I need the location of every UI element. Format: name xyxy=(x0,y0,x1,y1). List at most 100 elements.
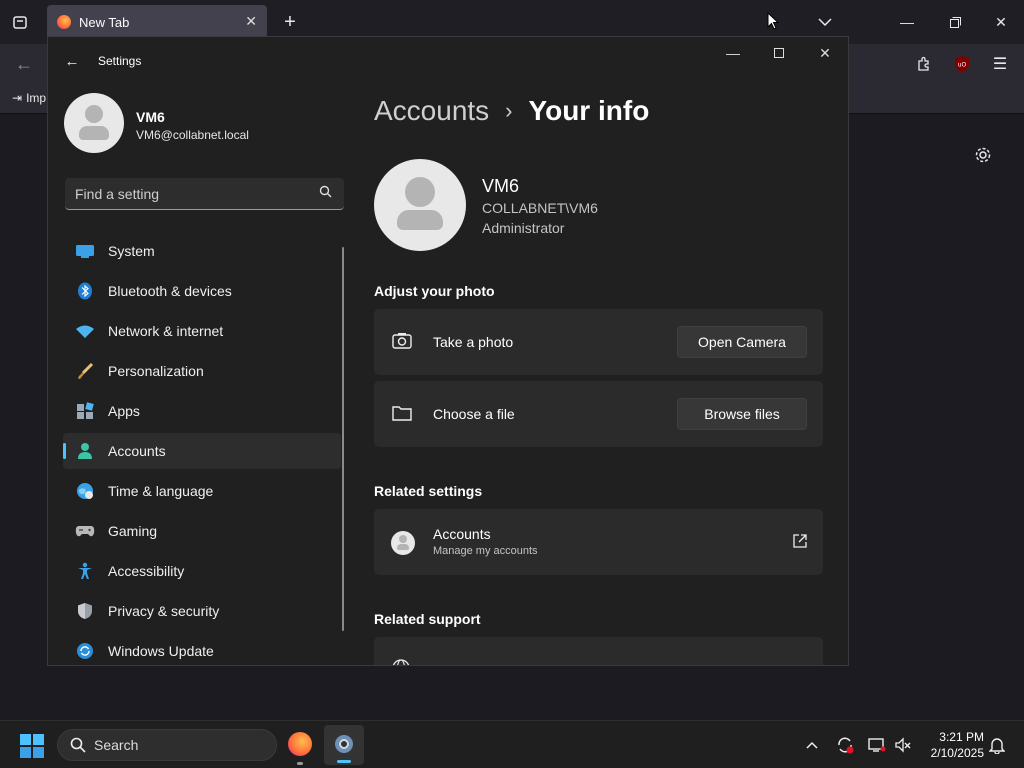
minimize-icon[interactable]: — xyxy=(892,10,922,34)
sidebar-item-personalization[interactable]: Personalization xyxy=(63,353,341,389)
camera-icon xyxy=(392,332,412,355)
mouse-cursor-icon xyxy=(767,11,780,35)
take-photo-label: Take a photo xyxy=(433,334,514,350)
network-tray-icon[interactable] xyxy=(866,734,888,756)
user-name: VM6 xyxy=(136,109,165,125)
clock-time: 3:21 PM xyxy=(939,730,984,744)
tab-title: New Tab xyxy=(79,14,130,30)
external-link-icon xyxy=(793,534,807,553)
adjust-photo-title: Adjust your photo xyxy=(374,283,495,299)
active-indicator xyxy=(63,443,66,459)
accessibility-icon xyxy=(75,561,95,581)
sidebar-item-privacy[interactable]: Privacy & security xyxy=(63,593,341,629)
ublock-origin-icon[interactable]: uO xyxy=(950,52,974,76)
sidebar-item-label: Apps xyxy=(108,403,140,419)
minimize-icon[interactable]: — xyxy=(710,37,756,69)
sidebar-item-label: Windows Update xyxy=(108,643,214,659)
shield-icon xyxy=(75,601,95,621)
sidebar-item-label: Time & language xyxy=(108,483,214,499)
new-tab-button[interactable]: + xyxy=(278,10,302,34)
firefox-taskbar-icon[interactable] xyxy=(288,732,312,765)
volume-muted-icon[interactable] xyxy=(892,734,914,756)
page-title: Your info xyxy=(528,95,650,126)
breadcrumb-separator: › xyxy=(505,98,513,123)
apps-icon xyxy=(75,401,95,421)
profile-name: VM6 xyxy=(482,176,520,196)
globe-clock-icon xyxy=(75,481,95,501)
clock[interactable]: 3:21 PM 2/10/2025 xyxy=(920,729,984,761)
profile-domain-user: COLLABNET\VM6 xyxy=(482,200,598,216)
take-photo-card: Take a photo Open Camera xyxy=(374,309,823,375)
sidebar-item-windows-update[interactable]: Windows Update xyxy=(63,633,341,665)
accounts-link-card[interactable]: Accounts Manage my accounts xyxy=(374,509,823,575)
browse-files-button[interactable]: Browse files xyxy=(677,398,807,430)
sidebar-item-apps[interactable]: Apps xyxy=(63,393,341,429)
sidebar-item-time-language[interactable]: Time & language xyxy=(63,473,341,509)
windows-start-icon[interactable] xyxy=(20,734,44,763)
import-icon: ⇥ xyxy=(12,91,23,105)
maximize-icon[interactable] xyxy=(756,37,802,69)
settings-window: ← Settings — ✕ VM6 VM6@collabnet.local F… xyxy=(47,36,849,666)
brush-icon xyxy=(75,361,95,381)
taskbar: Search 3:21 PM 2/10/2025 xyxy=(0,720,1024,768)
system-icon xyxy=(75,241,95,261)
profile-role: Administrator xyxy=(482,220,565,236)
taskbar-search-box[interactable]: Search xyxy=(57,729,277,761)
back-arrow-icon[interactable]: ← xyxy=(12,52,36,76)
firefox-view-icon[interactable] xyxy=(8,10,32,34)
search-placeholder: Find a setting xyxy=(75,185,160,202)
gear-icon[interactable] xyxy=(970,142,996,168)
breadcrumb-parent[interactable]: Accounts xyxy=(374,95,489,127)
list-tabs-chevron-icon[interactable] xyxy=(812,10,838,34)
related-support-title: Related support xyxy=(374,611,481,627)
sidebar-item-network[interactable]: Network & internet xyxy=(63,313,341,349)
related-support-card[interactable] xyxy=(374,637,823,665)
folder-icon xyxy=(392,405,412,426)
close-icon[interactable]: ✕ xyxy=(986,10,1016,34)
search-icon xyxy=(70,737,86,753)
gamepad-icon xyxy=(75,521,95,541)
sidebar-item-label: Personalization xyxy=(108,363,204,379)
sidebar-item-system[interactable]: System xyxy=(63,233,341,269)
import-bookmarks-item[interactable]: ⇥ Imp xyxy=(12,91,46,105)
profile-avatar xyxy=(374,159,466,251)
update-icon xyxy=(75,641,95,661)
sidebar-item-label: Privacy & security xyxy=(108,603,220,619)
clock-date: 2/10/2025 xyxy=(930,746,984,760)
accounts-link-sublabel: Manage my accounts xyxy=(433,545,538,557)
sidebar-item-label: System xyxy=(108,243,155,259)
open-camera-button[interactable]: Open Camera xyxy=(677,326,807,358)
sidebar-item-label: Accounts xyxy=(108,443,166,459)
close-icon[interactable]: ✕ xyxy=(802,37,848,69)
browser-tab[interactable]: New Tab ✕ xyxy=(47,5,267,39)
menu-icon[interactable]: ☰ xyxy=(988,52,1012,76)
globe-icon xyxy=(392,659,410,665)
extensions-icon[interactable] xyxy=(912,52,936,76)
settings-taskbar-icon[interactable] xyxy=(324,725,364,765)
related-settings-title: Related settings xyxy=(374,483,483,499)
close-tab-icon[interactable]: ✕ xyxy=(245,13,257,30)
choose-file-label: Choose a file xyxy=(433,406,515,422)
sidebar-item-gaming[interactable]: Gaming xyxy=(63,513,341,549)
window-title: Settings xyxy=(98,54,142,68)
nav-scrollbar[interactable] xyxy=(342,247,344,631)
avatar xyxy=(64,93,124,153)
import-bookmarks-label: Imp xyxy=(26,91,47,105)
back-arrow-icon[interactable]: ← xyxy=(60,51,84,71)
search-input[interactable]: Find a setting xyxy=(65,178,344,210)
notification-bell-icon[interactable] xyxy=(986,734,1008,756)
sidebar-item-accounts[interactable]: Accounts xyxy=(63,433,341,469)
accounts-icon xyxy=(75,441,95,461)
sidebar-item-label: Accessibility xyxy=(108,563,185,579)
sidebar-item-label: Gaming xyxy=(108,523,158,539)
restore-icon[interactable] xyxy=(940,10,970,34)
sidebar-item-label: Bluetooth & devices xyxy=(108,283,232,299)
search-icon xyxy=(319,185,332,201)
user-email: VM6@collabnet.local xyxy=(136,128,249,142)
chevron-up-icon[interactable] xyxy=(802,735,822,755)
sidebar-item-accessibility[interactable]: Accessibility xyxy=(63,553,341,589)
sidebar-item-bluetooth[interactable]: Bluetooth & devices xyxy=(63,273,341,309)
breadcrumb: Accounts › Your info xyxy=(374,95,649,127)
sync-icon[interactable] xyxy=(834,734,856,756)
network-icon xyxy=(75,321,95,341)
